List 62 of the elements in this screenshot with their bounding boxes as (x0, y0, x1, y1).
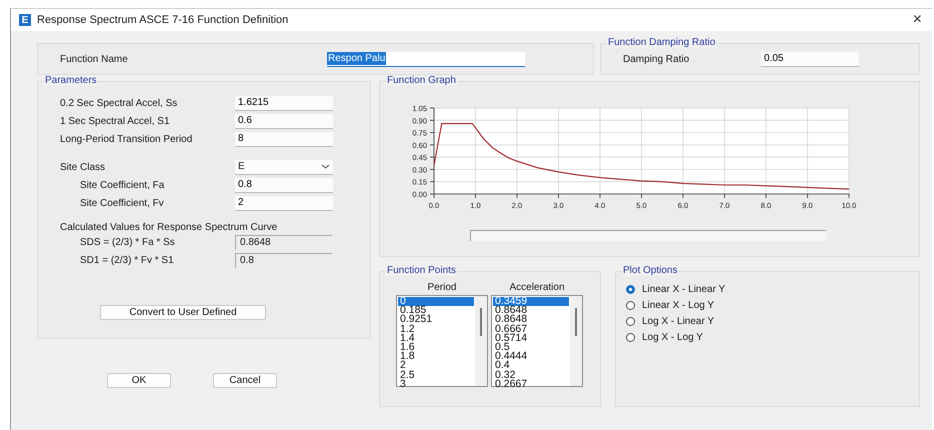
chevron-icon (321, 164, 330, 169)
list-item[interactable]: 0.8648 (493, 306, 569, 316)
parameter-field[interactable]: 0.8 (235, 178, 333, 192)
parameter-field[interactable]: 2 (235, 196, 333, 210)
list-item[interactable]: 0.2667 (493, 380, 569, 389)
window-title: Response Spectrum ASCE 7-16 Function Definition (37, 14, 290, 26)
list-item[interactable]: 0.4444 (493, 352, 569, 362)
list-item[interactable]: 0.32 (493, 370, 569, 380)
scroll-bar[interactable] (570, 296, 582, 386)
list-item[interactable]: 1.6 (398, 342, 474, 352)
convert-button[interactable]: Convert to User Defined (100, 305, 266, 320)
list-item[interactable]: 1.8 (398, 352, 474, 362)
field-label: Site Coefficient, Fa (80, 180, 166, 190)
parameter-field[interactable]: 8 (235, 132, 333, 146)
field-label: 0.2 Sec Spectral Accel, Ss (60, 98, 178, 108)
plot-option-radio[interactable]: Linear X - Linear Y (626, 284, 919, 295)
list-item[interactable]: 0.9251 (398, 315, 474, 325)
plot-option-radio[interactable]: Log X - Log Y (626, 332, 919, 343)
field-label: Long-Period Transition Period (60, 134, 194, 144)
list-item[interactable]: 1.2 (398, 324, 474, 334)
list-item[interactable]: 0.185 (398, 306, 474, 316)
field-label: 1 Sec Spectral Accel, S1 (60, 116, 171, 126)
scroll-bar[interactable] (475, 296, 487, 386)
column-header: Period (428, 282, 456, 293)
field-label: Site Class (60, 162, 106, 172)
list-item[interactable]: 1.4 (398, 334, 474, 343)
list-item[interactable]: 0.6667 (493, 324, 569, 334)
list-item[interactable]: 0.8648 (493, 315, 569, 325)
cancel-button[interactable]: Cancel (213, 373, 277, 388)
list-item[interactable]: 3 (398, 380, 474, 389)
column-header: Acceleration (509, 282, 565, 293)
damping-ratio-field[interactable]: 0.05 (761, 52, 859, 66)
function-name-label: Function Name (60, 54, 128, 64)
close-button[interactable]: × (910, 11, 924, 29)
list-item[interactable]: 0 (398, 297, 474, 306)
calculated-value: 0.8648 (235, 234, 332, 250)
group-title: Function Damping Ratio (607, 37, 716, 48)
field-label: Site Coefficient, Fv (80, 198, 165, 208)
parameter-field[interactable]: 0.6 (235, 114, 333, 128)
group-title: Function Points (386, 265, 457, 276)
group-title: Parameters (44, 75, 98, 86)
list-item[interactable]: 0.3459 (493, 297, 569, 306)
list-item[interactable]: 0.4 (493, 361, 569, 370)
scroll-bar[interactable] (470, 230, 826, 241)
calculated-values-heading: Calculated Values for Response Spectrum Curve (60, 222, 278, 233)
function-name-field[interactable]: Respon Palu (327, 52, 525, 66)
list-item[interactable]: 0.5 (493, 342, 569, 352)
plot-option-radio[interactable]: Log X - Linear Y (626, 316, 919, 327)
group-title: Function Graph (386, 75, 457, 86)
site-class-dropdown[interactable]: E (235, 160, 333, 174)
formula-label: SDS = (2/3) * Fa * Ss (80, 236, 176, 248)
list-item[interactable]: 0.5714 (493, 334, 569, 343)
plot-option-radio[interactable]: Linear X - Log Y (626, 300, 919, 311)
group-title: Plot Options (622, 265, 678, 276)
calculated-value: 0.8 (235, 252, 332, 268)
formula-label: SD1 = (2/3) * Fv * S1 (80, 254, 175, 266)
damping-ratio-label: Damping Ratio (623, 54, 690, 64)
ok-button[interactable]: OK (107, 373, 171, 388)
parameter-field[interactable]: 1.6215 (235, 96, 333, 110)
list-item[interactable]: 2 (398, 361, 474, 370)
list-item[interactable]: 2.5 (398, 370, 474, 380)
app-icon: E (19, 14, 31, 26)
